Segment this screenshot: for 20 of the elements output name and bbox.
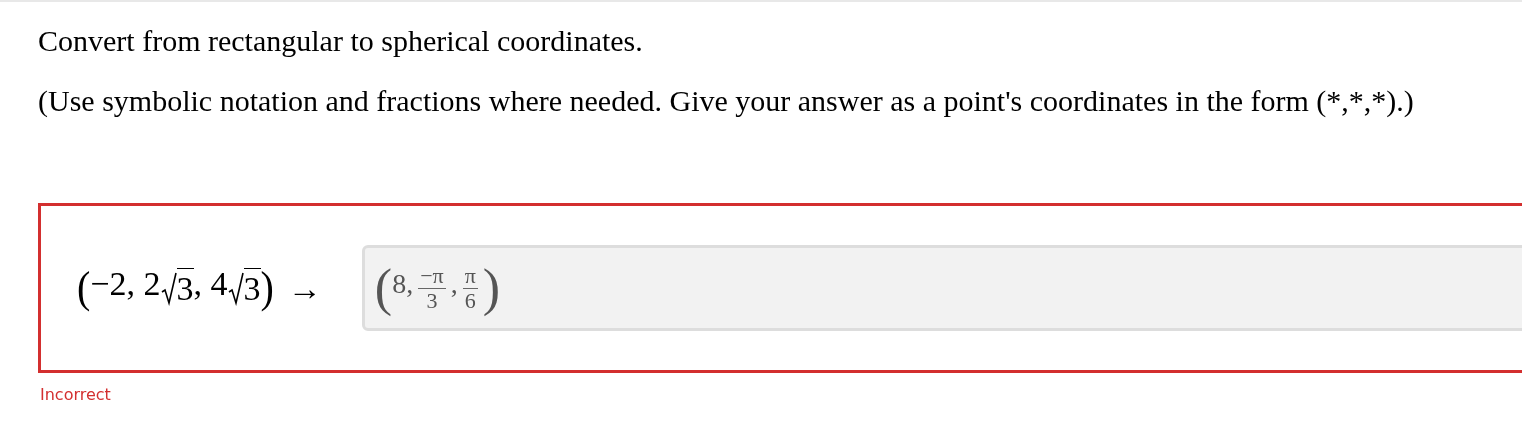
close-paren: )	[482, 262, 501, 314]
radical-sign-icon	[227, 271, 244, 306]
denominator: 3	[426, 288, 438, 312]
radical-sign-icon	[160, 271, 177, 306]
question-instructions: (Use symbolic notation and fractions where needed. Give your answer as a point's coordinates in the form (*,*,*).)	[38, 82, 1415, 119]
math-text: −2, 2	[90, 267, 161, 304]
open-paren: (	[374, 262, 393, 314]
close-paren: )	[260, 266, 274, 310]
radicand: 3	[243, 268, 261, 308]
question-title: Convert from rectangular to spherical coordinates.	[38, 23, 644, 59]
math-text: 8,	[392, 270, 414, 301]
arrow: →	[287, 268, 322, 309]
radicand: 3	[176, 268, 194, 308]
math-text: , 4	[193, 267, 228, 304]
math-text: ,	[450, 270, 458, 301]
open-paren: (	[77, 266, 91, 310]
feedback-text: Incorrect	[40, 384, 112, 406]
numerator: −π	[419, 264, 445, 288]
denominator: 6	[464, 288, 476, 312]
numerator: π	[463, 264, 477, 288]
